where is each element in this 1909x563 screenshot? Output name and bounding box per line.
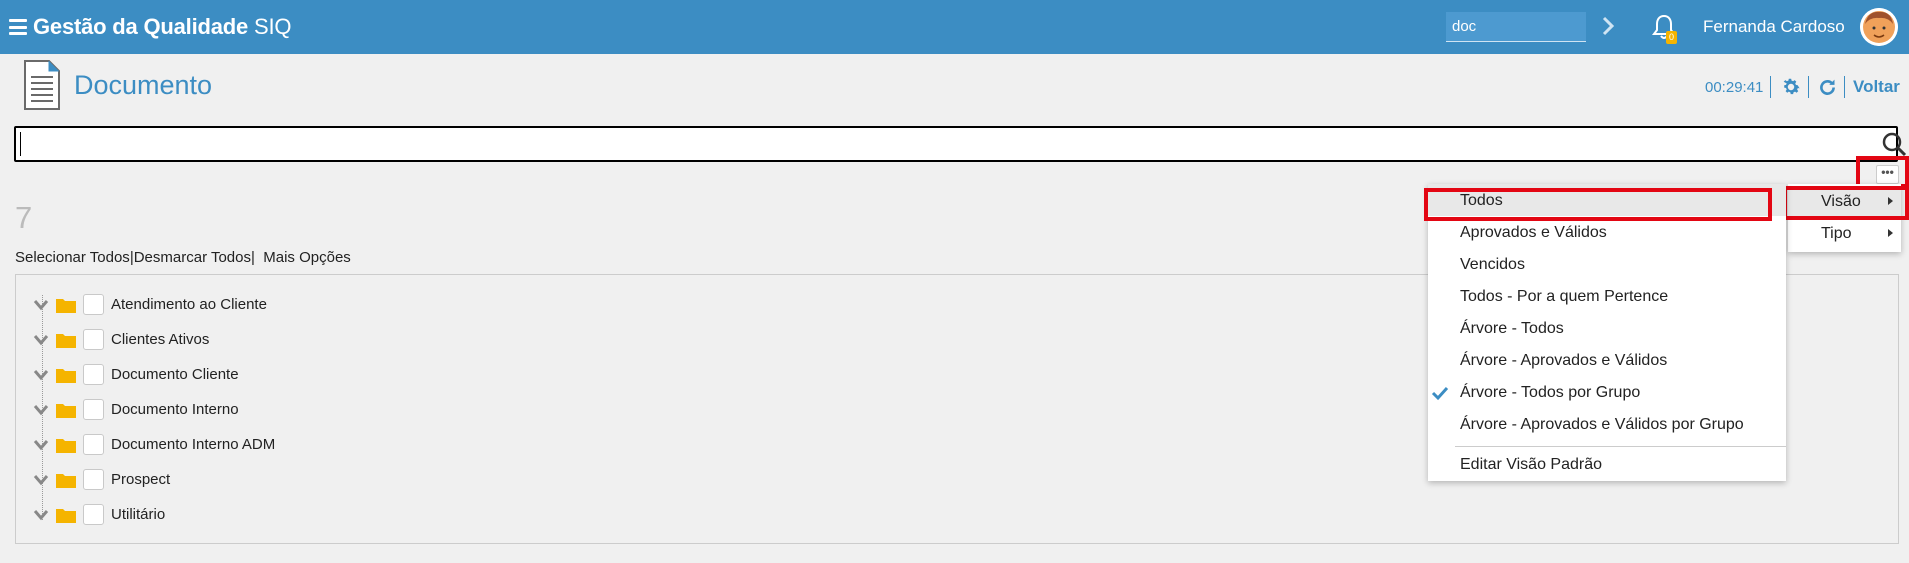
search-icon[interactable] xyxy=(1880,131,1908,159)
view-option-selected[interactable]: Árvore - Todos por Grupo xyxy=(1428,376,1786,408)
folder-icon xyxy=(56,439,76,453)
menu-divider xyxy=(1455,446,1786,447)
view-option-label: Árvore - Aprovados e Válidos por Grupo xyxy=(1460,416,1744,433)
bulk-actions: Selecionar Todos|Desmarcar Todos| Mais O… xyxy=(15,249,351,266)
highlight-box xyxy=(1424,188,1772,221)
view-option-label: Vencidos xyxy=(1460,256,1525,273)
app-title-sub: SIQ xyxy=(253,14,292,39)
app-title-bold: Gestão da Qualidade xyxy=(33,14,249,39)
menu-item-tipo[interactable]: Tipo xyxy=(1788,218,1901,250)
chevron-down-icon[interactable] xyxy=(33,334,49,346)
view-option[interactable]: Árvore - Todos xyxy=(1428,312,1786,344)
highlight-box xyxy=(1783,186,1909,220)
refresh-icon[interactable] xyxy=(1817,77,1838,98)
chevron-down-icon[interactable] xyxy=(33,439,49,451)
checkbox[interactable] xyxy=(83,364,104,385)
tree-item-label[interactable]: Prospect xyxy=(111,471,170,488)
folder-icon xyxy=(56,474,76,488)
session-timer: 00:29:41 xyxy=(1705,79,1764,96)
menu-icon[interactable] xyxy=(9,19,27,35)
checkbox[interactable] xyxy=(83,504,104,525)
caret-right-icon xyxy=(1888,229,1893,237)
checkbox[interactable] xyxy=(83,294,104,315)
tree-item-label[interactable]: Clientes Ativos xyxy=(111,331,209,348)
tree-item[interactable]: Documento Interno ADM xyxy=(16,432,416,462)
view-option[interactable]: Todos - Por a quem Pertence xyxy=(1428,280,1786,312)
chevron-down-icon[interactable] xyxy=(33,299,49,311)
select-all-link[interactable]: Selecionar Todos xyxy=(15,249,130,266)
check-icon xyxy=(1431,386,1449,401)
chevron-down-icon[interactable] xyxy=(33,369,49,381)
tree-item-label[interactable]: Atendimento ao Cliente xyxy=(111,296,267,313)
notification-badge: 0 xyxy=(1666,31,1677,44)
folder-icon xyxy=(56,369,76,383)
tree-item[interactable]: Prospect xyxy=(16,467,416,497)
view-menu: Todos Aprovados e Válidos Vencidos Todos… xyxy=(1428,184,1786,481)
top-bar: Gestão da Qualidade SIQ 0 Fernanda Cardo… xyxy=(0,0,1909,54)
checkbox[interactable] xyxy=(83,329,104,350)
divider xyxy=(1770,76,1771,98)
folder-icon xyxy=(56,334,76,348)
deselect-all-link[interactable]: Desmarcar Todos xyxy=(134,249,251,266)
menu-item-label: Tipo xyxy=(1821,225,1852,242)
divider xyxy=(1844,76,1845,98)
folder-icon xyxy=(56,299,76,313)
divider xyxy=(1808,76,1809,98)
view-option[interactable]: Árvore - Aprovados e Válidos por Grupo xyxy=(1428,408,1786,440)
gear-icon[interactable] xyxy=(1780,76,1802,98)
tree-item[interactable]: Atendimento ao Cliente xyxy=(16,292,416,322)
user-name[interactable]: Fernanda Cardoso xyxy=(1703,17,1845,37)
chevron-down-icon[interactable] xyxy=(33,404,49,416)
avatar[interactable] xyxy=(1860,8,1898,46)
more-options-link[interactable]: Mais Opções xyxy=(263,249,351,266)
separator: | xyxy=(251,249,255,266)
tree-item[interactable]: Clientes Ativos xyxy=(16,327,416,357)
view-option-label: Aprovados e Válidos xyxy=(1460,224,1607,241)
back-link[interactable]: Voltar xyxy=(1853,77,1900,97)
tree-item[interactable]: Documento Interno xyxy=(16,397,416,427)
result-count: 7 xyxy=(15,200,33,235)
view-option-label: Árvore - Todos por Grupo xyxy=(1460,384,1641,401)
folder-icon xyxy=(56,509,76,523)
view-option[interactable]: Árvore - Aprovados e Válidos xyxy=(1428,344,1786,376)
global-search-input[interactable] xyxy=(1446,12,1586,42)
view-option-label: Árvore - Todos xyxy=(1460,320,1564,337)
tree-item-label[interactable]: Utilitário xyxy=(111,506,165,523)
search-input[interactable] xyxy=(18,130,1838,158)
search-box[interactable] xyxy=(14,126,1907,162)
edit-default-view[interactable]: Editar Visão Padrão xyxy=(1428,448,1786,480)
checkbox[interactable] xyxy=(83,399,104,420)
text-cursor xyxy=(20,132,21,156)
checkbox[interactable] xyxy=(83,434,104,455)
avatar-image xyxy=(1860,8,1898,46)
document-icon xyxy=(24,60,60,110)
tree-item-label[interactable]: Documento Interno xyxy=(111,401,239,418)
view-option-label: Todos - Por a quem Pertence xyxy=(1460,288,1669,305)
view-option[interactable]: Vencidos xyxy=(1428,248,1786,280)
chevron-right-icon[interactable] xyxy=(1598,14,1618,38)
app-title: Gestão da Qualidade SIQ xyxy=(33,14,291,40)
view-option-label: Árvore - Aprovados e Válidos xyxy=(1460,352,1668,369)
chevron-down-icon[interactable] xyxy=(33,474,49,486)
tree-item[interactable]: Documento Cliente xyxy=(16,362,416,392)
tree-item[interactable]: Utilitário xyxy=(16,502,416,532)
chevron-down-icon[interactable] xyxy=(33,509,49,521)
checkbox[interactable] xyxy=(83,469,104,490)
folder-icon xyxy=(56,404,76,418)
tree-item-label[interactable]: Documento Interno ADM xyxy=(111,436,275,453)
tree-item-label[interactable]: Documento Cliente xyxy=(111,366,239,383)
edit-default-view-label: Editar Visão Padrão xyxy=(1460,456,1603,473)
page-title: Documento xyxy=(74,70,213,100)
